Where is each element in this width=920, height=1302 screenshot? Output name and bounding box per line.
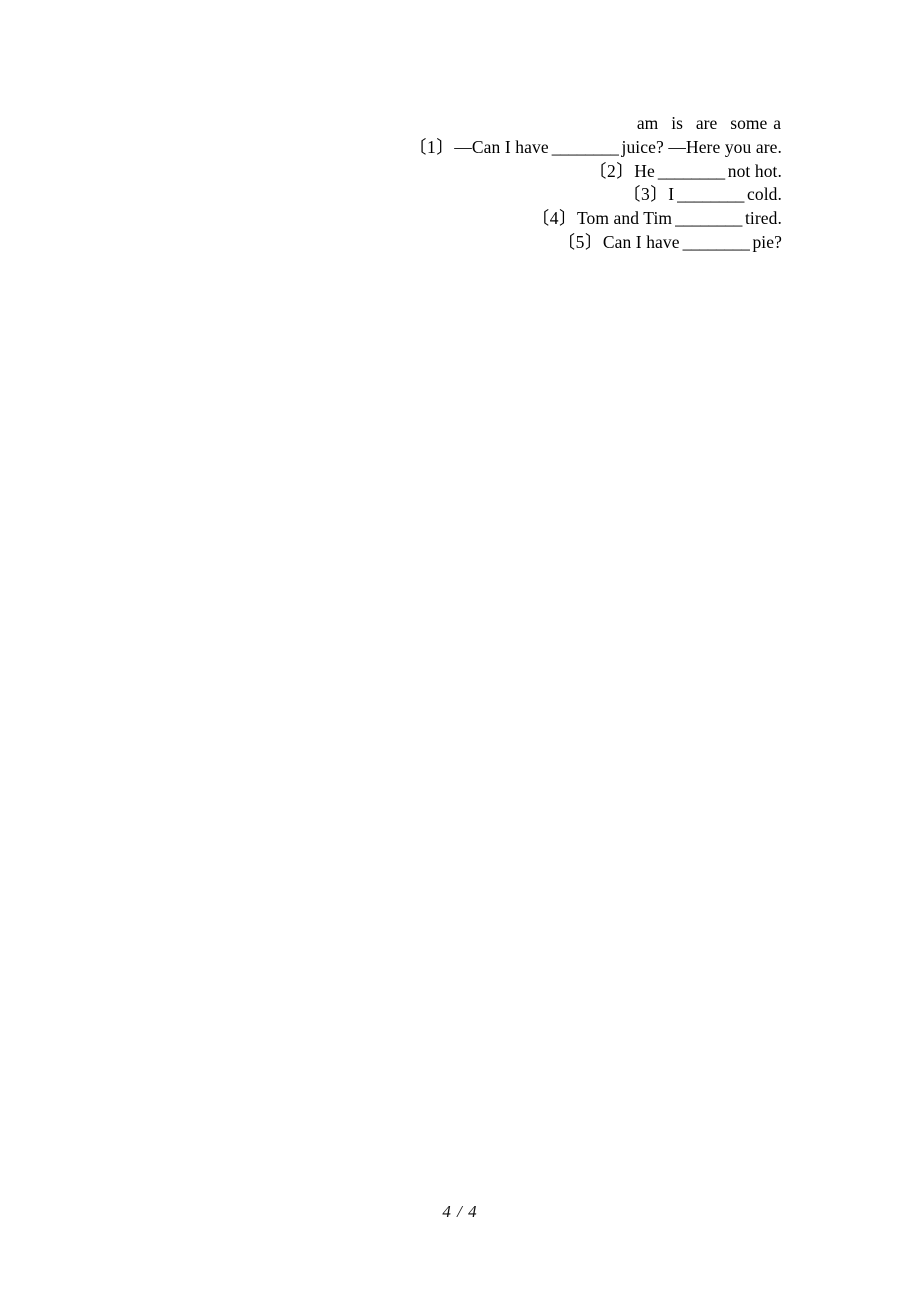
item-text-after-4: tired. [744,208,782,229]
word-bank-word-a: a [773,113,781,133]
word-bank: am is are some a [120,112,782,136]
item-text-after-5: pie? [752,231,782,252]
exercise-item-4: 〔4〕Tom and Tim ________ tired. [120,207,782,231]
exercise-item-2: 〔2〕He ________ not hot. [120,160,782,184]
page-number-label: 4 / 4 [442,1202,478,1221]
item-text-before-3: I [668,184,675,205]
document-page: am is are some a 〔1〕—Can I have ________ juice… [0,0,920,1302]
item-text-before-4: Tom and Tim [576,208,673,229]
answer-blank-2[interactable]: ________ [658,160,725,184]
item-number-2: 〔2〕 [589,160,635,181]
word-bank-word-some: some [730,113,768,133]
answer-blank-1[interactable]: ________ [552,136,619,160]
answer-blank-4[interactable]: ________ [675,207,742,231]
item-number-3: 〔3〕 [622,184,669,205]
exercise-item-3: 〔3〕I ________ cold. [120,183,782,207]
exercise-item-5: 〔5〕Can I have ________ pie? [120,231,782,255]
word-bank-word-are: are [695,113,718,133]
word-bank-word-am: am [636,113,659,133]
item-text-after-1: juice? —Here you are. [621,136,782,157]
exercise-block: am is are some a 〔1〕—Can I have ________ juice… [120,112,782,255]
item-text-after-2: not hot. [727,160,782,181]
item-text-after-3: cold. [746,184,782,205]
word-bank-word-is: is [671,113,683,133]
answer-blank-5[interactable]: ________ [683,231,750,255]
page-footer: 4 / 4 [0,1202,920,1222]
item-number-4: 〔4〕 [531,208,577,229]
item-number-5: 〔5〕 [557,231,603,252]
exercise-item-1: 〔1〕—Can I have ________ juice? —Here you a… [120,136,782,160]
answer-blank-3[interactable]: ________ [677,183,744,207]
item-text-before-1: —Can I have [454,136,549,157]
item-text-before-2: He [634,160,655,181]
item-text-before-5: Can I have [602,231,680,252]
item-number-1: 〔1〕 [409,136,455,157]
